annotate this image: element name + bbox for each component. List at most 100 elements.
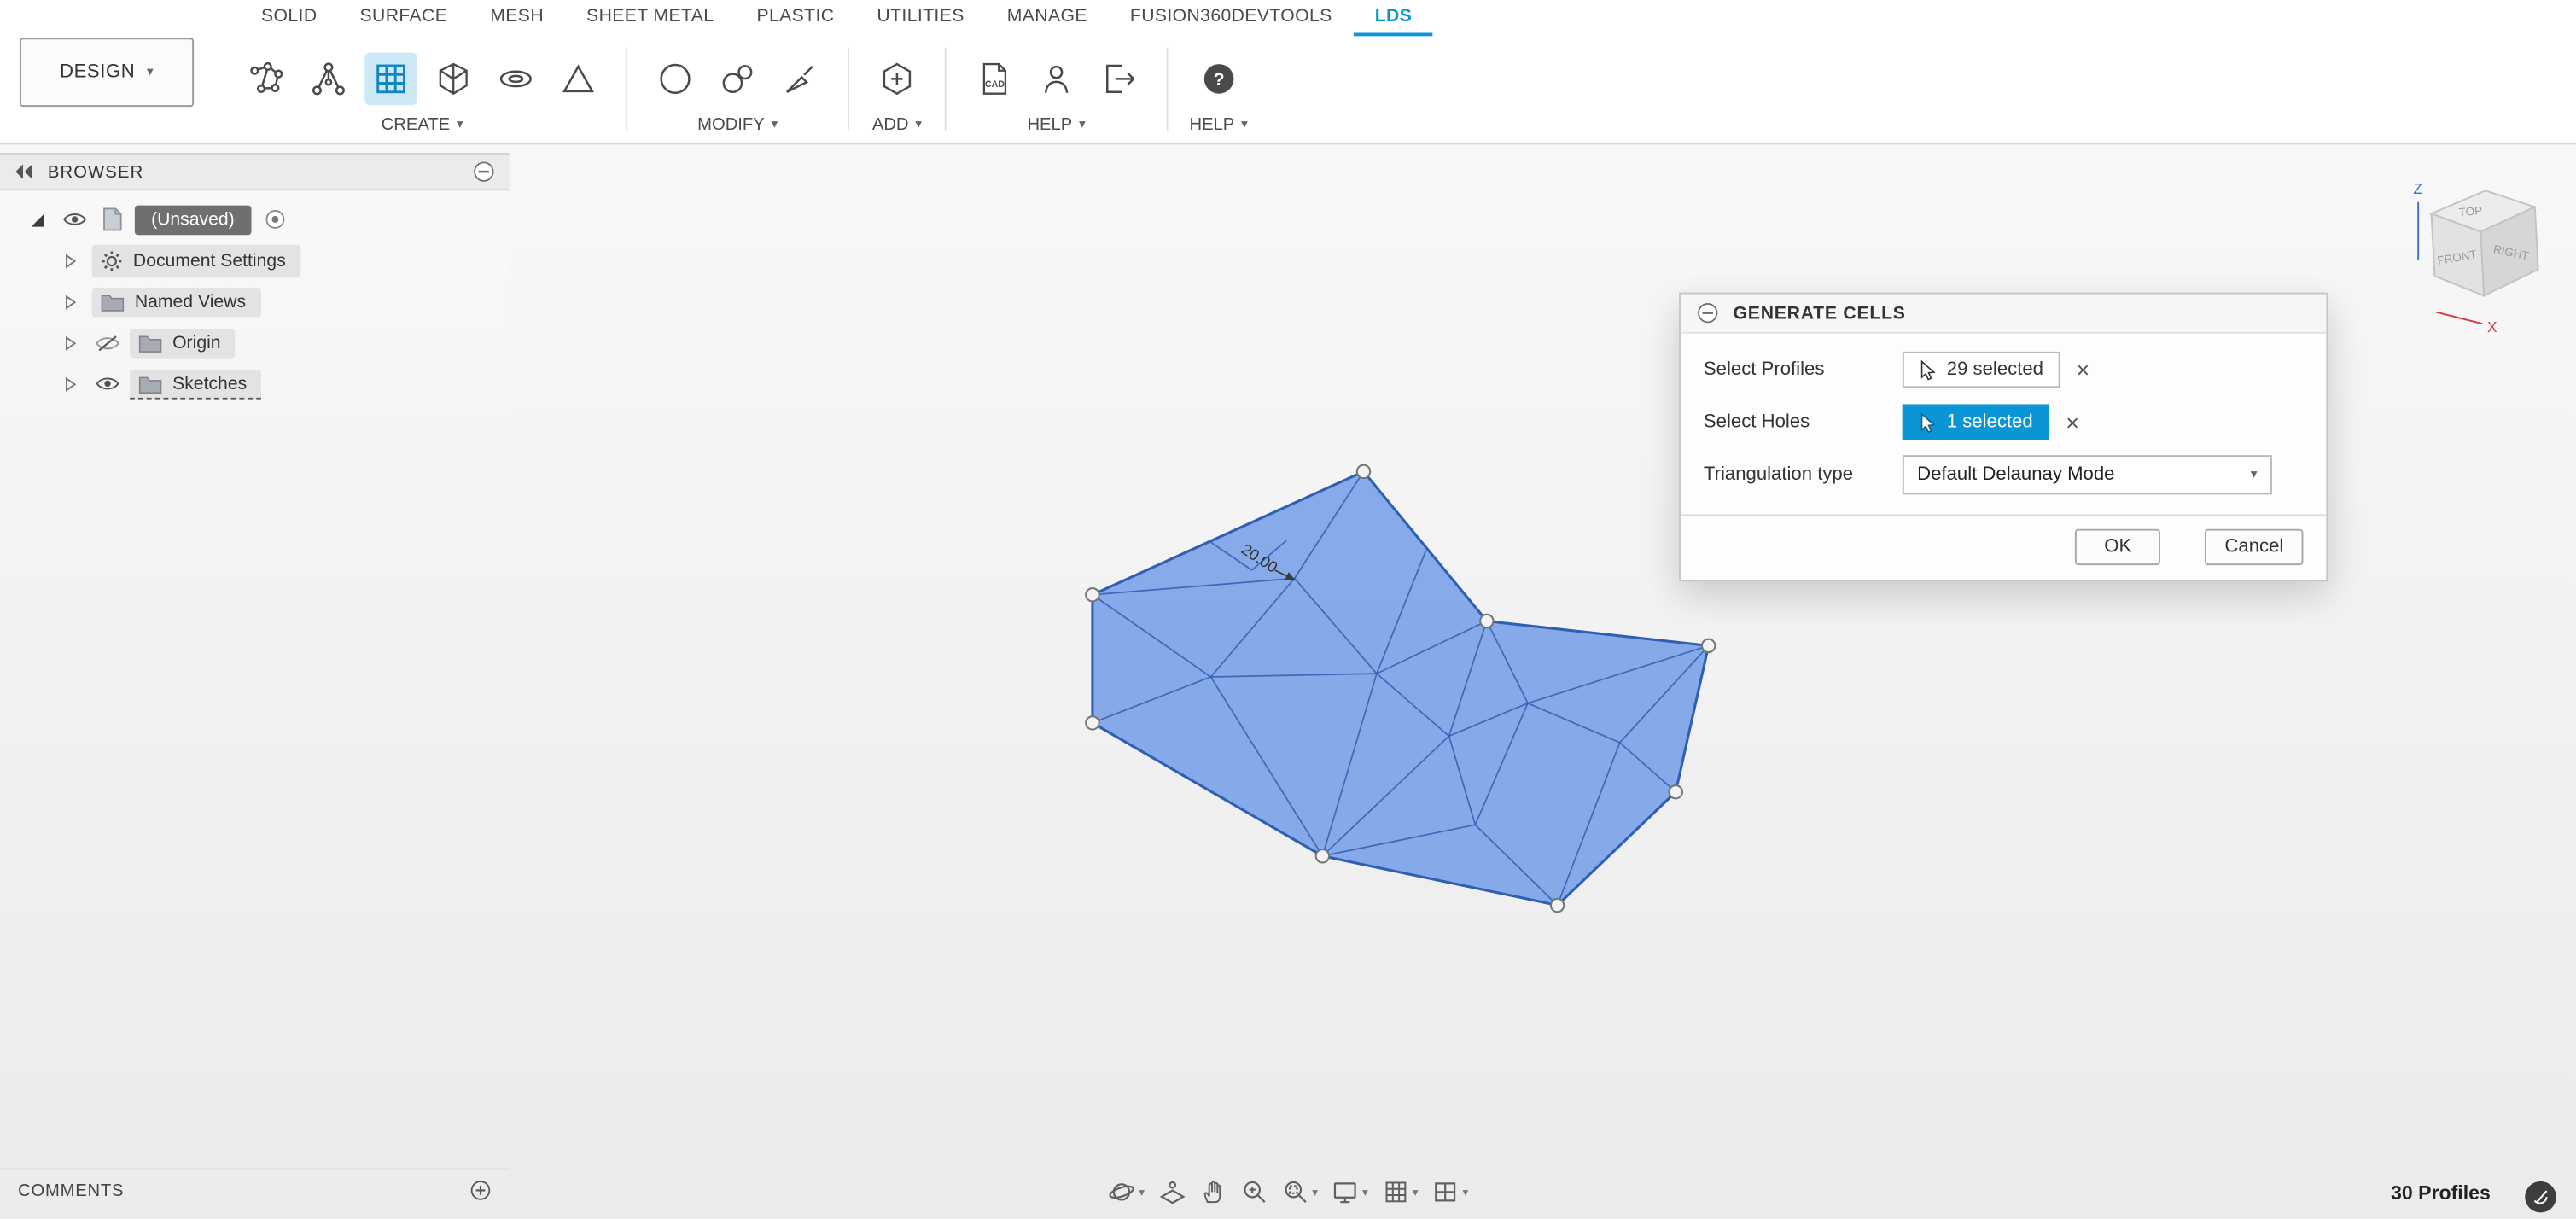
help-question-icon[interactable]: ? xyxy=(1192,52,1245,105)
tab-lds[interactable]: LDS xyxy=(1354,0,1434,36)
browser-title: BROWSER xyxy=(48,162,144,182)
tree-row-document-settings[interactable]: Document Settings xyxy=(0,240,510,281)
tab-plastic[interactable]: PLASTIC xyxy=(735,0,855,36)
select-profiles-input[interactable]: 29 selected xyxy=(1903,352,2060,388)
zoom-window-button[interactable]: ▾ xyxy=(1281,1178,1318,1206)
chevron-down-icon: ▾ xyxy=(1241,119,1248,131)
tree-row-named-views[interactable]: Named Views xyxy=(0,281,510,322)
tree-row-root[interactable]: (Unsaved) xyxy=(0,199,510,240)
zoom-button[interactable] xyxy=(1240,1178,1268,1206)
app-window: 20.00 SOLID SURFACE MESH SHEET METAL PLA… xyxy=(0,0,2576,1219)
status-icon[interactable] xyxy=(2525,1181,2556,1213)
select-profiles-row: Select Profiles 29 selected × xyxy=(1704,343,2304,396)
browser-panel: BROWSER (Unsaved) xyxy=(0,153,510,417)
tree-row-sketches[interactable]: Sketches xyxy=(0,363,510,404)
tab-mesh[interactable]: MESH xyxy=(469,0,565,36)
pan-button[interactable] xyxy=(1199,1178,1227,1206)
svg-text:TOP: TOP xyxy=(2458,204,2483,219)
expanded-arrow-icon[interactable] xyxy=(26,213,50,225)
node-graph-icon[interactable] xyxy=(240,52,293,105)
help-menu[interactable]: HELP ▾ xyxy=(1027,115,1085,140)
modify-menu[interactable]: MODIFY ▾ xyxy=(697,115,778,140)
clear-profiles-button[interactable]: × xyxy=(2076,359,2089,382)
dialog-header[interactable]: GENERATE CELLS xyxy=(1681,295,2326,334)
divider xyxy=(626,48,627,131)
create-menu[interactable]: CREATE ▾ xyxy=(382,115,463,140)
add-menu[interactable]: ADD ▾ xyxy=(872,115,922,140)
workspace-label: DESIGN xyxy=(60,62,135,82)
tree-item-label: Named Views xyxy=(135,292,246,312)
tree-item-label: Origin xyxy=(172,333,220,353)
display-settings-button[interactable]: ▾ xyxy=(1331,1178,1367,1206)
look-at-button[interactable] xyxy=(1157,1178,1186,1206)
collapse-panel-icon[interactable] xyxy=(15,164,32,178)
grid-snaps-button[interactable]: ▾ xyxy=(1381,1178,1418,1206)
cad-document-icon[interactable]: CAD xyxy=(968,52,1021,105)
tab-manage[interactable]: MANAGE xyxy=(986,0,1109,36)
person-icon[interactable] xyxy=(1030,52,1083,105)
ribbon-tab-bar: SOLID SURFACE MESH SHEET METAL PLASTIC U… xyxy=(0,0,2576,36)
select-holes-input[interactable]: 1 selected xyxy=(1903,404,2049,440)
tab-utilities[interactable]: UTILITIES xyxy=(855,0,985,36)
lattice-cube-icon[interactable] xyxy=(427,52,480,105)
cancel-button[interactable]: Cancel xyxy=(2205,529,2303,565)
comments-bar[interactable]: COMMENTS xyxy=(0,1168,510,1210)
triangulation-type-row: Triangulation type Default Delaunay Mode… xyxy=(1704,448,2304,501)
add-comment-icon[interactable] xyxy=(469,1180,491,1201)
divider xyxy=(945,48,947,131)
navigation-bar: ▾ ▾ ▾ ▾ ▾ xyxy=(1108,1178,1469,1206)
generate-cells-dialog: GENERATE CELLS Select Profiles 29 select… xyxy=(1679,293,2328,582)
offset-circles-icon[interactable] xyxy=(711,52,764,105)
triangle-icon[interactable] xyxy=(552,52,605,105)
browser-header: BROWSER xyxy=(0,153,510,190)
eye-icon[interactable] xyxy=(59,210,89,228)
folder-icon xyxy=(138,374,163,394)
collapsed-arrow-icon[interactable] xyxy=(59,376,82,392)
help-menu-2[interactable]: HELP ▾ xyxy=(1189,115,1247,140)
activate-radio-icon[interactable] xyxy=(264,208,285,230)
profiles-count-label: 30 Profiles xyxy=(2391,1181,2491,1204)
axis-x-label: X xyxy=(2487,318,2497,335)
node-tree-icon[interactable] xyxy=(302,52,355,105)
tab-surface[interactable]: SURFACE xyxy=(339,0,469,36)
eye-icon[interactable] xyxy=(92,375,122,393)
tab-sheet-metal[interactable]: SHEET METAL xyxy=(565,0,735,36)
triangulation-type-dropdown[interactable]: Default Delaunay Mode ▾ xyxy=(1903,455,2272,494)
chevron-down-icon: ▾ xyxy=(1463,1186,1469,1199)
ok-button[interactable]: OK xyxy=(2075,529,2160,565)
group-add: ADD ▾ xyxy=(856,36,938,143)
tree-item-label: Document Settings xyxy=(133,251,286,271)
orbit-button[interactable]: ▾ xyxy=(1108,1178,1145,1206)
eye-hidden-icon[interactable] xyxy=(92,333,122,353)
minimize-dialog-icon[interactable] xyxy=(1697,302,1718,324)
scalpel-icon[interactable] xyxy=(774,52,827,105)
chevron-down-icon: ▾ xyxy=(2251,469,2258,481)
document-name[interactable]: (Unsaved) xyxy=(135,205,251,235)
view-cube[interactable]: Z TOP FRONT RIGHT X xyxy=(2390,164,2571,341)
add-hexagon-icon[interactable] xyxy=(871,52,924,105)
field-label: Select Holes xyxy=(1704,412,1903,432)
tab-solid[interactable]: SOLID xyxy=(240,0,339,36)
cursor-icon xyxy=(1919,359,1937,381)
collapsed-arrow-icon[interactable] xyxy=(59,335,82,351)
group-help: ? HELP ▾ xyxy=(1174,36,1262,143)
svg-text:CAD: CAD xyxy=(985,79,1005,89)
chevron-down-icon: ▾ xyxy=(915,119,922,131)
collapsed-arrow-icon[interactable] xyxy=(59,252,82,268)
circle-icon[interactable] xyxy=(649,52,702,105)
minimize-panel-icon[interactable] xyxy=(473,161,494,183)
tree-item-label: Sketches xyxy=(172,374,247,394)
collapsed-arrow-icon[interactable] xyxy=(59,294,82,310)
workspace-switcher[interactable]: DESIGN ▾ xyxy=(20,38,194,107)
gear-icon xyxy=(100,249,123,272)
tree-row-origin[interactable]: Origin xyxy=(0,322,510,363)
generate-cells-grid-icon[interactable] xyxy=(364,52,417,105)
ribbon-groups: CREATE ▾ xyxy=(225,36,1262,143)
viewports-button[interactable]: ▾ xyxy=(1431,1178,1468,1206)
clear-holes-button[interactable]: × xyxy=(2066,411,2079,434)
revolve-ellipse-icon[interactable] xyxy=(490,52,543,105)
tab-fusion360devtools[interactable]: FUSION360DEVTOOLS xyxy=(1109,0,1354,36)
folder-icon xyxy=(138,333,163,353)
export-icon[interactable] xyxy=(1093,52,1145,105)
document-icon xyxy=(97,207,127,232)
